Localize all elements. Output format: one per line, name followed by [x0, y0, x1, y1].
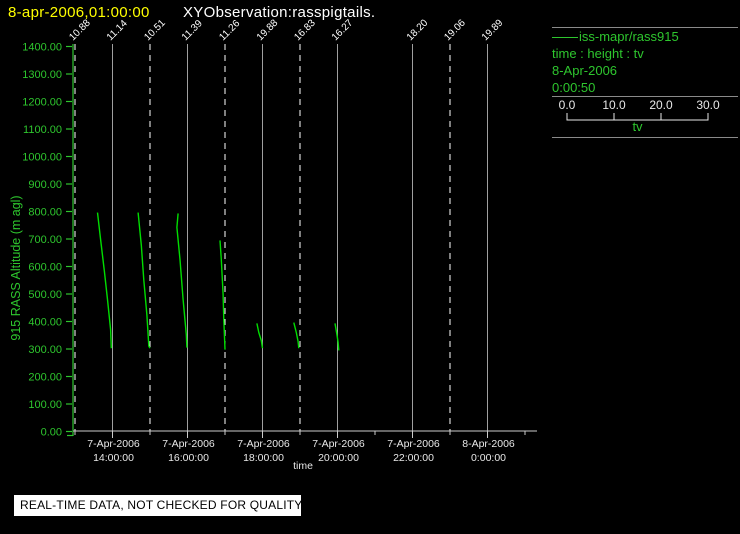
y-tick-label: 500.00	[28, 289, 62, 301]
tv-scale-tick-0: 0.0	[558, 98, 576, 112]
y-tick-label: 200.00	[28, 372, 62, 384]
y-tick-label: 1300.00	[22, 69, 62, 81]
y-tick-label: 300.00	[28, 344, 62, 356]
y-tick-label: 1400.00	[22, 42, 62, 54]
pigtail-plot: 10.88 11.14 10.51 11.39 11.26 19.88 16.83 16.27…	[9, 17, 537, 472]
profile-tv-label: 16.83	[292, 17, 318, 43]
rass-trace	[176, 213, 188, 348]
x-tick-time: 18:00:00	[243, 452, 284, 464]
x-tick-time: 22:00:00	[393, 452, 434, 464]
x-tick-time: 14:00:00	[93, 452, 134, 464]
legend-line-sample-icon	[552, 37, 578, 39]
y-tick-label: 100.00	[28, 399, 62, 411]
rass-trace	[256, 323, 264, 349]
profile-tv-label: 11.14	[105, 18, 130, 43]
tv-scale-label: tv	[632, 119, 643, 134]
y-tick-label: 700.00	[28, 234, 62, 246]
rass-trace	[293, 322, 300, 349]
rass-trace	[334, 323, 340, 351]
y-tick-label: 800.00	[28, 207, 62, 219]
legend-series-name: iss-mapr/rass915	[579, 29, 679, 44]
y-tick-label: 900.00	[28, 179, 62, 191]
y-tick-label: 600.00	[28, 262, 62, 274]
x-tick-time: 0:00:00	[471, 452, 506, 464]
profile-tv-label: 19.06	[442, 17, 468, 43]
legend-bottom-divider	[552, 137, 738, 138]
x-tick-date: 7-Apr-2006	[237, 438, 290, 450]
tv-scale-tick-20: 20.0	[649, 98, 673, 112]
profile-tv-label: 19.88	[255, 17, 281, 43]
legend-duration: 0:00:50	[552, 80, 596, 95]
profile-time-lines: 10.88 11.14 10.51 11.39 11.26 19.88 16.83 16.27…	[67, 17, 506, 431]
x-tick-date: 7-Apr-2006	[387, 438, 440, 450]
rass-trace	[96, 212, 112, 349]
x-axis: 7-Apr-2006 14:00:00 7-Apr-2006 16:00:00 7-Ap…	[73, 430, 537, 472]
profile-tv-label: 19.89	[480, 17, 506, 43]
x-tick-date: 7-Apr-2006	[312, 438, 365, 450]
tv-scale: 0.0 10.0 20.0 30.0 tv	[552, 97, 738, 137]
y-axis: 0.00 100.00 200.00 300.00 400.00 500.00 600.00…	[9, 42, 74, 439]
x-tick-date: 8-Apr-2006	[462, 438, 515, 450]
tv-scale-tick-10: 10.0	[602, 98, 626, 112]
y-tick-label: 1100.00	[23, 124, 62, 136]
profile-tv-label: 11.39	[180, 18, 205, 43]
legend-fields: time : height : tv	[552, 46, 644, 61]
x-tick-date: 7-Apr-2006	[87, 438, 140, 450]
y-tick-label: 1200.00	[22, 97, 62, 109]
rass-trace	[219, 240, 226, 350]
rass-trace	[137, 212, 151, 349]
rass-traces	[96, 212, 340, 351]
y-tick-label: 1000.00	[22, 152, 62, 164]
profile-tv-label: 18.20	[405, 17, 431, 43]
profile-tv-label: 16.27	[330, 17, 356, 43]
y-tick-label: 400.00	[28, 317, 62, 329]
profile-tv-label: 10.88	[67, 17, 93, 43]
y-tick-label: 0.00	[41, 427, 62, 439]
rass-pigtail-display: 8-apr-2006,01:00:00 XYObservation:rasspi…	[0, 0, 740, 534]
legend-panel: iss-mapr/rass915 time : height : tv 8-Ap…	[552, 27, 738, 138]
x-axis-title: time	[293, 460, 313, 472]
profile-tv-label: 11.26	[217, 18, 242, 43]
y-axis-title: 915 RASS Altitude (m agl)	[9, 195, 23, 340]
quality-notice: REAL-TIME DATA, NOT CHECKED FOR QUALITY	[14, 495, 302, 516]
x-tick-date: 7-Apr-2006	[162, 438, 215, 450]
legend-date: 8-Apr-2006	[552, 63, 618, 78]
tv-scale-tick-30: 30.0	[696, 98, 720, 112]
x-tick-time: 16:00:00	[168, 452, 209, 464]
x-tick-time: 20:00:00	[318, 452, 359, 464]
legend-series-row: iss-mapr/rass915	[552, 28, 738, 45]
profile-tv-label: 10.51	[142, 17, 168, 43]
